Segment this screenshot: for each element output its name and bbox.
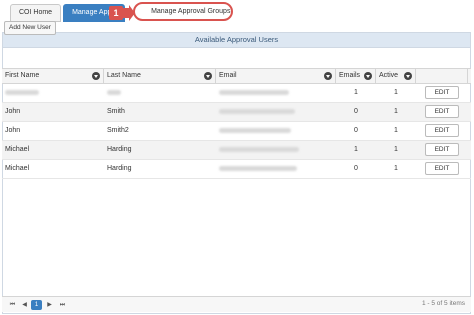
panel-title: Available Approval Users <box>3 33 470 48</box>
filter-icon[interactable] <box>324 72 332 80</box>
table-row: John Smith2 0 1 EDIT <box>2 122 471 141</box>
next-page-icon[interactable]: ▶ <box>44 300 55 310</box>
cell-actions: EDIT <box>416 84 468 102</box>
edit-button[interactable]: EDIT <box>425 105 459 118</box>
edit-button[interactable]: EDIT <box>425 162 459 175</box>
cell-last-name <box>104 84 216 102</box>
filter-icon[interactable] <box>204 72 212 80</box>
filter-icon[interactable] <box>404 72 412 80</box>
cell-emails: 0 <box>354 127 358 134</box>
cell-emails: 1 <box>354 146 358 153</box>
cell-last-name: Smith <box>107 108 125 115</box>
last-page-icon[interactable]: ⏭ <box>57 300 68 310</box>
edit-button[interactable]: EDIT <box>425 143 459 156</box>
cell-actions: EDIT <box>416 103 468 121</box>
cell-first-name: John <box>5 127 21 134</box>
column-header-last-name[interactable]: Last Name <box>104 69 216 83</box>
cell-active: 1 <box>394 108 398 115</box>
table-row: Michael Harding 0 1 EDIT <box>2 160 471 179</box>
cell-email <box>216 141 336 159</box>
cell-first-name: John <box>5 108 21 115</box>
users-grid: First Name Last Name Email Emails Active… <box>2 68 471 293</box>
add-new-user-button[interactable]: Add New User <box>4 21 56 35</box>
cell-email <box>216 122 336 140</box>
cell-first-name: Michael <box>5 146 30 153</box>
table-row: Michael Harding 1 1 EDIT <box>2 141 471 160</box>
prev-page-icon[interactable]: ◀ <box>19 300 30 310</box>
filter-icon[interactable] <box>364 72 372 80</box>
cell-email <box>216 103 336 121</box>
cell-emails: 0 <box>354 165 358 172</box>
column-header-active[interactable]: Active <box>376 69 416 83</box>
cell-emails: 0 <box>354 108 358 115</box>
cell-first-name: Michael <box>5 165 30 172</box>
cell-active: 1 <box>394 127 398 134</box>
cell-email <box>216 160 336 178</box>
tab-coi-home[interactable]: COI Home <box>10 4 62 22</box>
table-row: John Smith 0 1 EDIT <box>2 103 471 122</box>
column-header-first-name[interactable]: First Name <box>2 69 104 83</box>
pager-info: 1 - 5 of 5 items <box>422 300 465 307</box>
pager: ⏮ ◀ 1 ▶ ⏭ 1 - 5 of 5 items <box>2 296 471 312</box>
grid-header: First Name Last Name Email Emails Active <box>2 69 471 84</box>
column-header-emails[interactable]: Emails <box>336 69 376 83</box>
callout-arrow-icon <box>121 5 135 21</box>
cell-last-name: Smith2 <box>107 127 129 134</box>
edit-button[interactable]: EDIT <box>425 86 459 99</box>
filter-icon[interactable] <box>92 72 100 80</box>
cell-actions: EDIT <box>416 122 468 140</box>
cell-active: 1 <box>394 89 398 96</box>
column-header-actions <box>416 69 468 83</box>
table-row: 1 1 EDIT <box>2 84 471 103</box>
page-1-button[interactable]: 1 <box>31 300 42 310</box>
edit-button[interactable]: EDIT <box>425 124 459 137</box>
callout-highlight <box>133 2 233 21</box>
first-page-icon[interactable]: ⏮ <box>7 300 18 310</box>
cell-last-name: Harding <box>107 146 132 153</box>
cell-active: 1 <box>394 165 398 172</box>
cell-actions: EDIT <box>416 141 468 159</box>
cell-first-name <box>2 84 104 102</box>
column-header-email[interactable]: Email <box>216 69 336 83</box>
cell-actions: EDIT <box>416 160 468 178</box>
cell-active: 1 <box>394 146 398 153</box>
cell-email <box>216 84 336 102</box>
cell-emails: 1 <box>354 89 358 96</box>
cell-last-name: Harding <box>107 165 132 172</box>
